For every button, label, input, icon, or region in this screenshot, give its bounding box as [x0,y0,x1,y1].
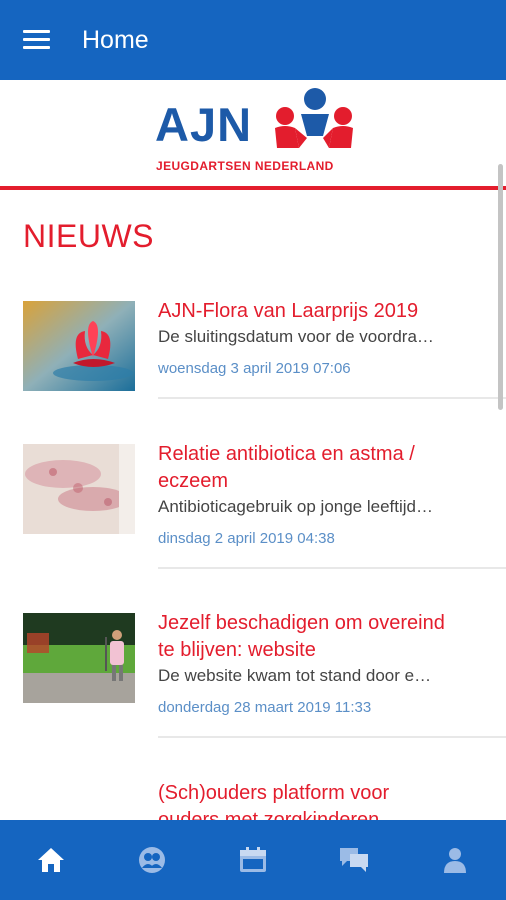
person-icon [444,848,467,873]
nav-calendar-button[interactable] [223,830,283,890]
menu-icon [22,30,50,50]
news-title-line-2: ouders met zorgkinderen [158,809,380,820]
scrollbar[interactable] [498,164,503,410]
news-item[interactable]: AJN-Flora van Laarprijs 2019 De sluiting… [0,300,506,417]
section-title: NIEUWS [23,218,154,254]
divider [158,567,506,569]
logo-banner: AJN JEUGDARTSEN NEDERLAND [0,80,506,190]
news-description: De website kwam tot stand door e… [158,666,432,685]
page-title: Home [82,25,149,54]
skin-rash-photo [23,444,135,534]
news-title-line-1: Jezelf beschadigen om overeind [158,612,445,634]
people-logo-icon [275,88,353,148]
app-bar: Home [0,0,506,80]
news-title-line-2: eczeem [158,470,229,492]
news-date: donderdag 28 maart 2019 11:33 [158,699,372,716]
news-item[interactable]: Jezelf beschadigen om overeind te blijve… [0,612,506,763]
news-description: Antibioticagebruik op jonge leeftijd… [158,497,434,516]
water-lily-photo [23,301,135,391]
group-icon [138,847,165,873]
nav-home-button[interactable] [21,830,81,890]
nav-groups-button[interactable] [122,830,182,890]
content-area[interactable]: AJN JEUGDARTSEN NEDERLAND NIEUWS AJN-Flo… [0,80,506,820]
chat-icon [340,848,369,872]
nav-profile-button[interactable] [425,830,485,890]
news-title: AJN-Flora van Laarprijs 2019 [158,300,419,322]
news-title-line-2: te blijven: website [158,639,316,661]
news-item[interactable]: Relatie antibiotica en astma / eczeem An… [0,443,506,594]
ajn-logo: AJN JEUGDARTSEN NEDERLAND [155,86,355,178]
menu-button[interactable] [0,0,72,80]
divider [158,397,506,399]
logo-subtitle: JEUGDARTSEN NEDERLAND [156,159,334,173]
news-item[interactable]: (Sch)ouders platform voor ouders met zor… [0,782,506,820]
playground-child-photo [23,613,135,703]
calendar-icon [239,847,266,872]
divider [158,736,506,738]
news-title-line-1: (Sch)ouders platform voor [158,782,390,804]
logo-letters: AJN [155,98,253,151]
news-date: dinsdag 2 april 2019 04:38 [158,530,335,547]
news-date: woensdag 3 april 2019 07:06 [158,360,351,377]
news-title-line-1: Relatie antibiotica en astma / [158,443,415,465]
home-icon [37,848,64,872]
news-description: De sluitingsdatum voor de voordra… [158,327,434,346]
nav-messages-button[interactable] [324,830,384,890]
bottom-nav [0,820,506,900]
handwriting-logo [23,813,135,820]
